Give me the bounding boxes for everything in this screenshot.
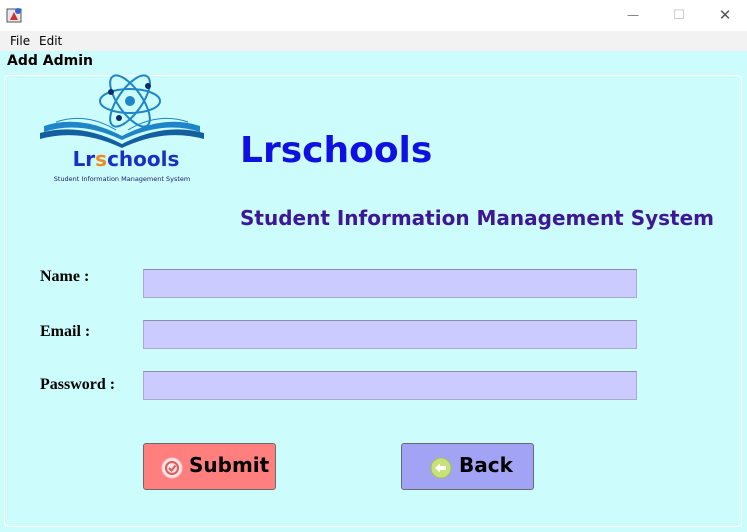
submit-button[interactable]: Submit bbox=[143, 443, 276, 490]
logo-wordmark: Lrschools bbox=[61, 147, 191, 171]
minimize-icon: — bbox=[627, 8, 639, 22]
back-button[interactable]: Back bbox=[401, 443, 534, 490]
close-icon: ✕ bbox=[718, 6, 732, 24]
email-label: Email : bbox=[40, 323, 91, 340]
name-label: Name : bbox=[40, 268, 90, 285]
logo-word-prefix: Lr bbox=[72, 147, 96, 171]
password-input[interactable] bbox=[143, 371, 637, 400]
minimize-button[interactable]: — bbox=[610, 0, 656, 30]
password-label: Password : bbox=[40, 376, 116, 393]
menu-file[interactable]: File bbox=[10, 34, 30, 48]
maximize-icon: ☐ bbox=[673, 7, 685, 23]
logo-tagline: Student Information Management System bbox=[53, 175, 191, 183]
maximize-button[interactable]: ☐ bbox=[656, 0, 702, 30]
java-app-icon bbox=[6, 8, 22, 23]
submit-label: Submit bbox=[189, 453, 270, 477]
menu-edit[interactable]: Edit bbox=[39, 34, 62, 48]
lrschools-logo: Lrschools Student Information Management… bbox=[36, 56, 208, 183]
logo-word-suffix: chools bbox=[107, 147, 180, 171]
back-label: Back bbox=[459, 453, 513, 477]
app-subtitle: Student Information Management System bbox=[240, 206, 715, 230]
logo-word-accent: s bbox=[95, 147, 108, 171]
name-input[interactable] bbox=[143, 269, 637, 298]
close-button[interactable]: ✕ bbox=[702, 0, 747, 30]
arrow-left-circle-icon bbox=[430, 457, 452, 479]
email-input[interactable] bbox=[143, 320, 637, 349]
check-circle-icon bbox=[161, 457, 183, 479]
app-title: Lrschools bbox=[240, 130, 433, 171]
menu-bar: File Edit bbox=[0, 31, 747, 51]
window-titlebar: — ☐ ✕ bbox=[0, 0, 747, 30]
